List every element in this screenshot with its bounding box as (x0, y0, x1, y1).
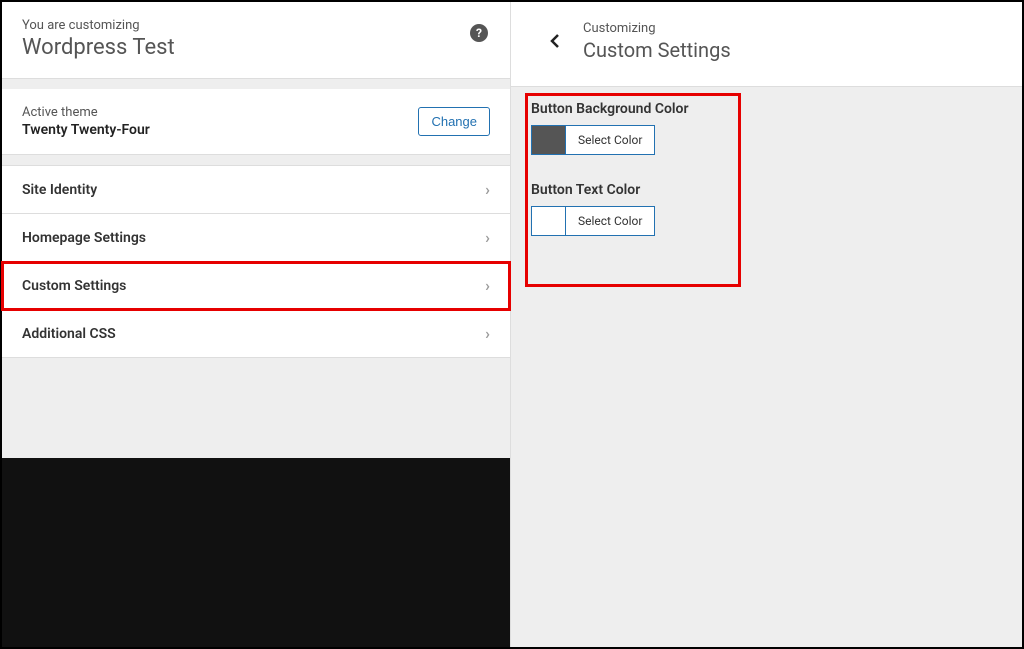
nav-item-additional-css[interactable]: Additional CSS › (2, 310, 510, 358)
color-swatch (532, 207, 566, 235)
section-header-text: Customizing Custom Settings (583, 21, 731, 62)
color-picker-bg[interactable]: Select Color (531, 125, 655, 155)
nav-item-homepage-settings[interactable]: Homepage Settings › (2, 214, 510, 262)
select-color-label: Select Color (566, 207, 654, 235)
back-button[interactable] (531, 17, 579, 65)
active-theme-info: Active theme Twenty Twenty-Four (22, 105, 150, 138)
nav-item-site-identity[interactable]: Site Identity › (2, 165, 510, 214)
section-customizing-label: Customizing (583, 21, 731, 36)
active-theme-name: Twenty Twenty-Four (22, 122, 150, 138)
nav-item-label: Site Identity (22, 182, 97, 198)
control-button-text-color: Button Text Color Select Color (531, 182, 1002, 239)
active-theme-row: Active theme Twenty Twenty-Four Change (2, 89, 510, 155)
control-label: Button Text Color (531, 182, 1002, 198)
nav-item-label: Additional CSS (22, 326, 116, 342)
active-theme-label: Active theme (22, 105, 150, 120)
spacer (2, 358, 510, 458)
help-icon[interactable]: ? (470, 24, 488, 42)
section-header: Customizing Custom Settings (511, 2, 1022, 87)
color-swatch (532, 126, 566, 154)
control-label: Button Background Color (531, 101, 1002, 117)
nav-item-custom-settings[interactable]: Custom Settings › (2, 262, 510, 310)
color-picker-text[interactable]: Select Color (531, 206, 655, 236)
nav-item-label: Custom Settings (22, 278, 126, 294)
select-color-label: Select Color (566, 126, 654, 154)
site-title: Wordpress Test (22, 35, 490, 60)
nav-item-label: Homepage Settings (22, 230, 146, 246)
change-theme-button[interactable]: Change (418, 107, 490, 136)
controls-area: Button Background Color Select Color But… (511, 87, 1022, 647)
chevron-right-icon: › (485, 228, 490, 247)
control-button-bg-color: Button Background Color Select Color (531, 101, 1002, 158)
preview-area (2, 458, 510, 647)
chevron-right-icon: › (485, 180, 490, 199)
chevron-left-icon (547, 33, 563, 49)
customizer-main-panel: You are customizing Wordpress Test ? Act… (2, 2, 511, 647)
customizer-header: You are customizing Wordpress Test ? (2, 2, 510, 79)
customizer-section-panel: Customizing Custom Settings Button Backg… (511, 2, 1022, 647)
section-title: Custom Settings (583, 38, 731, 62)
customizer-nav-list: Site Identity › Homepage Settings › Cust… (2, 165, 510, 358)
chevron-right-icon: › (485, 276, 490, 295)
customizing-label: You are customizing (22, 18, 490, 33)
chevron-right-icon: › (485, 324, 490, 343)
